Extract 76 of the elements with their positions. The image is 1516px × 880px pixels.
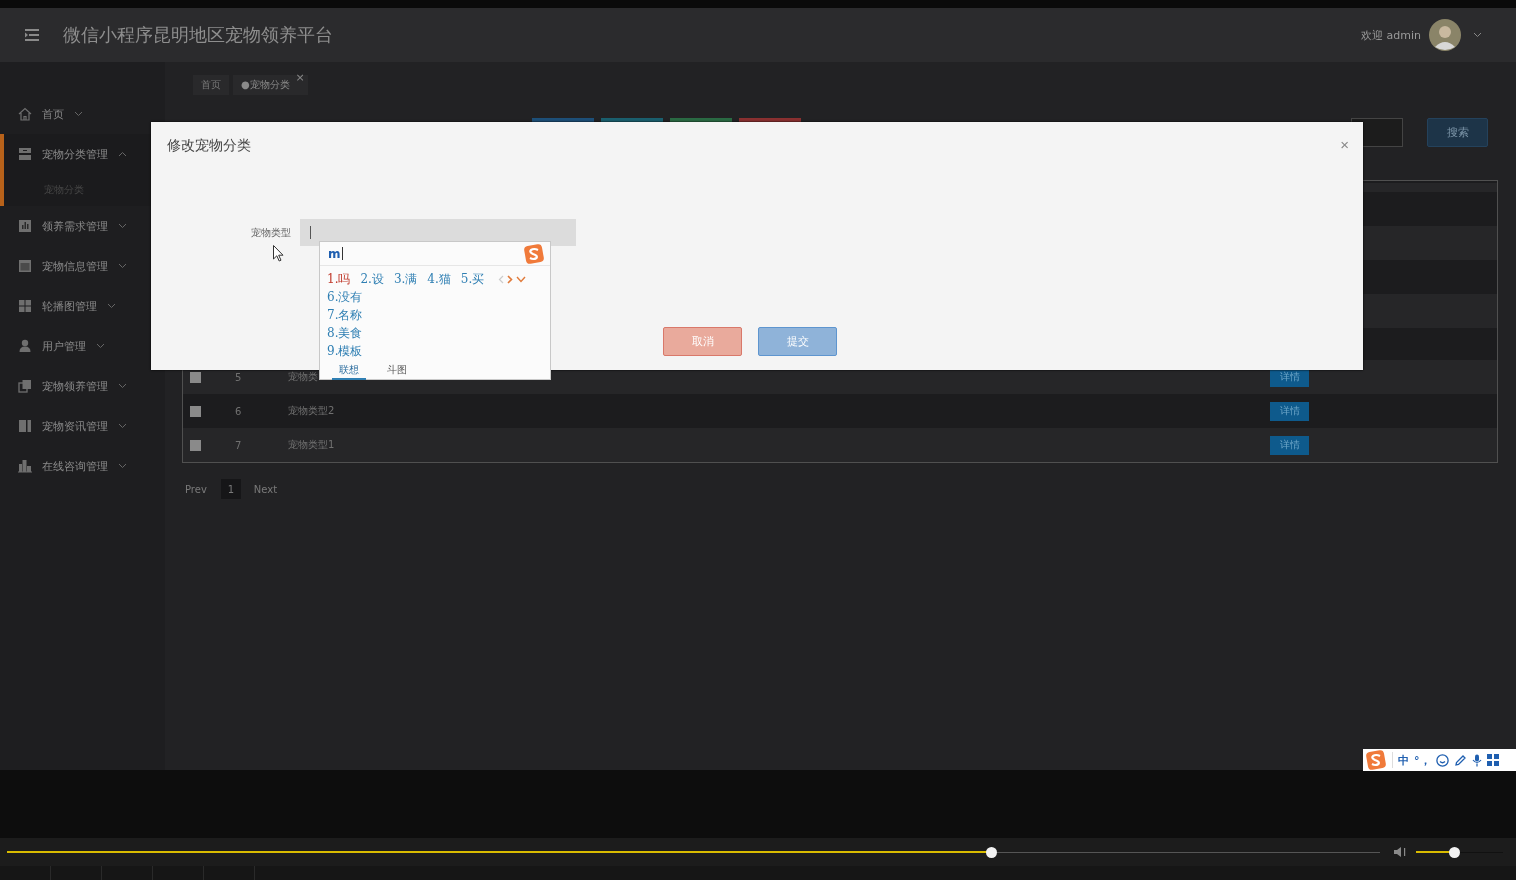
chevron-icon xyxy=(118,383,127,389)
row-checkbox[interactable] xyxy=(190,439,201,451)
slider-thumb[interactable] xyxy=(985,846,997,858)
close-button[interactable]: × xyxy=(1340,137,1349,152)
candidate-item[interactable]: 6.没有 xyxy=(327,288,363,306)
table-cell-text: 6 xyxy=(235,405,243,417)
avatar-icon[interactable] xyxy=(1429,19,1461,51)
candidate-item[interactable]: 2.设 xyxy=(360,270,384,288)
sidebar-item[interactable]: 在线咨询管理 xyxy=(4,446,165,486)
candidate-item[interactable]: 5.买 xyxy=(460,270,485,288)
building-icon xyxy=(18,459,32,473)
server-icon xyxy=(18,147,32,161)
sidebar-item[interactable]: 用户管理 xyxy=(4,326,165,366)
prev-link[interactable]: Prev xyxy=(185,483,207,495)
smiley-icon[interactable] xyxy=(1435,753,1449,767)
detail-button[interactable]: 详情 xyxy=(1270,435,1309,455)
columns-icon xyxy=(18,419,32,433)
logo-icon[interactable] xyxy=(1365,750,1387,770)
field-label: 宠物类型 xyxy=(250,225,292,240)
table-cell: 宠物类型2 xyxy=(288,404,335,418)
copy-icon xyxy=(18,379,32,393)
table-cell-text: 7 xyxy=(235,439,243,451)
dialog-title: 修改宠物分类 xyxy=(167,137,251,155)
candidate-item[interactable]: 8.美食 xyxy=(327,324,363,342)
table-cell: 宠物类型1 xyxy=(288,438,335,452)
grid-icon[interactable] xyxy=(1486,754,1499,766)
ime-tab[interactable]: 斗图 xyxy=(380,362,414,380)
volume-icon[interactable] xyxy=(1393,846,1408,858)
slider-thumb[interactable] xyxy=(1448,846,1460,858)
sidebar-item[interactable]: 轮播图管理 xyxy=(4,286,165,326)
app-title: 微信小程序昆明地区宠物领养平台 xyxy=(63,23,333,47)
sidebar-item[interactable]: 宠物资讯管理 xyxy=(4,406,165,446)
chevron-icon[interactable] xyxy=(516,275,527,283)
chevron-icon xyxy=(1473,32,1482,38)
menu-icon[interactable] xyxy=(25,29,39,41)
chevron-icon xyxy=(118,223,127,229)
chevron-icon xyxy=(107,303,116,309)
microphone-icon[interactable] xyxy=(1471,753,1482,767)
candidate-item[interactable]: 3.满 xyxy=(393,270,418,288)
candidate-item[interactable]: 1.吗 xyxy=(327,270,351,288)
sidebar-item[interactable]: 宠物信息管理 xyxy=(4,246,165,286)
next-link[interactable]: Next xyxy=(253,483,278,495)
composition-text: m xyxy=(328,246,341,261)
row-checkbox[interactable] xyxy=(190,405,201,417)
pen-icon[interactable] xyxy=(1453,753,1467,767)
ime-tab[interactable]: 联想 xyxy=(332,362,366,380)
page-button[interactable]: 1 xyxy=(220,479,241,499)
card-icon xyxy=(18,259,32,273)
candidate-item[interactable]: 7.名称 xyxy=(327,306,363,324)
grid-icon xyxy=(18,299,32,313)
welcome-text: 欢迎 admin xyxy=(1361,27,1421,43)
sidebar-item[interactable]: 宠物领养管理 xyxy=(4,366,165,406)
sidebar-item[interactable]: 宠物分类管理 xyxy=(4,134,165,174)
chevron-icon xyxy=(118,263,127,269)
candidate-item[interactable]: 9.模板 xyxy=(327,342,363,360)
table-cell-text: 5 xyxy=(235,371,243,383)
detail-button[interactable]: 详情 xyxy=(1270,401,1309,421)
chevron-icon xyxy=(118,463,127,469)
page-tab[interactable]: 首页 xyxy=(193,75,229,95)
chevron-icon xyxy=(74,111,83,117)
input-mode-button[interactable]: 中 xyxy=(1398,752,1409,768)
user-icon xyxy=(18,339,32,353)
row-checkbox[interactable] xyxy=(190,371,201,383)
chart-icon xyxy=(18,219,32,233)
candidate-item[interactable]: 4.猫 xyxy=(427,270,451,288)
page-tab[interactable]: ●宠物分类 × xyxy=(233,75,308,95)
sidebar-item[interactable]: 领养需求管理 xyxy=(4,206,165,246)
search-button[interactable]: 搜索 xyxy=(1427,118,1488,147)
sidebar-item[interactable]: 首页 xyxy=(4,94,165,134)
chevron-icon xyxy=(96,343,105,349)
table-cell: 宠物类 xyxy=(288,370,318,384)
home-icon xyxy=(18,107,32,121)
punctuation-button[interactable]: °， xyxy=(1414,752,1431,768)
chevron-icon xyxy=(118,423,127,429)
chevron-icon xyxy=(118,151,127,157)
cursor-icon xyxy=(273,245,284,262)
